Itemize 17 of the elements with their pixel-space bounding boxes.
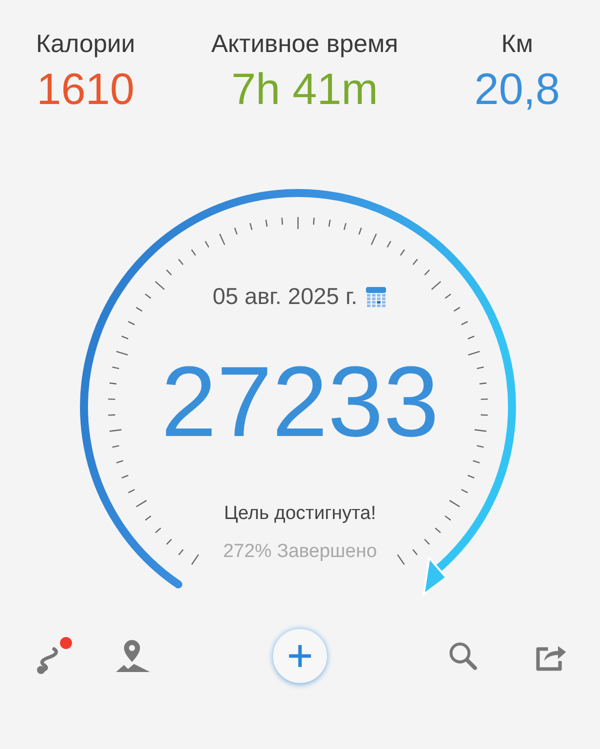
add-button[interactable] — [273, 629, 327, 683]
map-pin-button[interactable] — [114, 638, 152, 674]
stat-value: 7h 41m — [231, 65, 378, 115]
calendar-icon[interactable] — [365, 286, 388, 308]
stat-value: 1610 — [36, 65, 134, 115]
step-count: 27233 — [160, 346, 440, 458]
plus-icon — [289, 645, 311, 667]
stat-label: Активное время — [211, 30, 398, 59]
search-icon — [448, 641, 478, 671]
map-pin-icon — [114, 638, 152, 674]
stat-value: 20,8 — [474, 65, 560, 115]
stat-label: Км — [501, 30, 534, 59]
stat-label: Калории — [36, 30, 136, 59]
progress-label: 272% Завершено — [223, 541, 377, 562]
date-label: 05 авг. 2025 г. — [212, 283, 358, 310]
search-button[interactable] — [448, 641, 478, 671]
goal-status: Цель достигнута! — [224, 503, 376, 524]
